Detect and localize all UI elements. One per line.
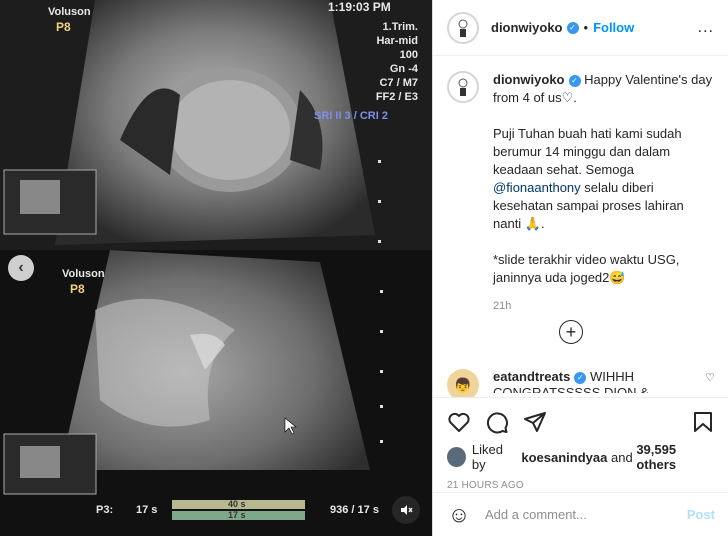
model-label-top: P8 (56, 20, 71, 34)
follow-button[interactable]: Follow (593, 20, 634, 35)
post-header: dionwiyoko ✓ • Follow ... (433, 0, 728, 56)
caption-para2: Puji Tuhan buah hati kami sudah berumur … (493, 126, 682, 177)
liked-by-label: Liked by (471, 442, 503, 472)
comment-username[interactable]: eatandtreats (493, 369, 570, 384)
save-icon[interactable] (691, 410, 715, 434)
probe-readout: P3: (96, 504, 114, 516)
caption-text: dionwiyoko ✓ Happy Valentine's day from 4… (493, 71, 713, 315)
comment-text: eatandtreats ✓ WIHHH CONGRATSSSSS DION & … (493, 369, 683, 393)
comment-icon[interactable] (485, 410, 509, 434)
liked-user-link[interactable]: koesanindyaa (521, 450, 607, 465)
comment-like-icon[interactable]: ♡ (705, 371, 715, 384)
post-media[interactable]: Voluson P8 1:19:03 PM 1.Trim. Har-mid 10… (0, 0, 432, 536)
clock-readout: 1:19:03 PM (328, 0, 391, 14)
caption-para3: *slide terakhir video waktu USG, janinny… (493, 252, 680, 285)
chevron-left-icon[interactable]: ‹ (8, 255, 34, 281)
emoji-icon[interactable]: ☺ (447, 502, 471, 528)
caption-username[interactable]: dionwiyoko (493, 72, 565, 87)
sri-readout: SRI II 3 / CRI 2 (314, 110, 388, 122)
post-timestamp[interactable]: 21 HOURS AGO (447, 480, 715, 491)
bar-top-label: 40 s (228, 499, 246, 509)
likes-count-link[interactable]: 39,595 others (636, 442, 715, 472)
load-more-comments-button[interactable]: + (559, 320, 583, 344)
comment-item: 👦 eatandtreats ✓ WIHHH CONGRATSSSSS DION … (447, 369, 715, 397)
and-label: and (611, 449, 633, 465)
verified-badge-icon: ✓ (568, 75, 581, 87)
frame-readout: 936 / 17 s (330, 504, 379, 516)
mention-link[interactable]: @fionaanthony (493, 180, 581, 195)
comment-input[interactable] (485, 507, 685, 522)
add-comment-bar: ☺ Post (433, 492, 728, 536)
separator-dot: • (583, 20, 589, 35)
liker-avatar[interactable] (447, 447, 466, 467)
verified-badge-icon: ✓ (566, 21, 579, 34)
more-options-icon[interactable]: ... (698, 19, 714, 37)
caption-section: dionwiyoko ✓ Happy Valentine's day from 4… (433, 57, 728, 397)
post-side-panel: dionwiyoko ✓ • Follow ... dionwiyoko ✓ Ha… (432, 0, 728, 536)
caption-avatar[interactable] (447, 71, 479, 103)
actions-section: Liked by koesanindyaa and 39,595 others … (433, 397, 728, 491)
header-username[interactable]: dionwiyoko (491, 20, 563, 35)
settings-readout: 1.Trim. Har-mid 100 Gn -4 C7 / M7 FF2 / … (375, 21, 418, 103)
machine-label-top: Voluson (48, 6, 91, 18)
post-button[interactable]: Post (687, 507, 715, 522)
avatar[interactable] (447, 11, 479, 44)
verified-badge-icon: ✓ (574, 372, 587, 384)
timer-readout: 17 s (136, 504, 158, 516)
model-label-bottom: P8 (70, 282, 85, 296)
comment-avatar[interactable]: 👦 (447, 369, 479, 397)
caption-timestamp[interactable]: 21h (493, 297, 713, 315)
machine-label-bottom: Voluson (62, 268, 105, 280)
bar-bottom-label: 17 s (228, 510, 246, 520)
share-icon[interactable] (523, 410, 547, 434)
likes-summary: Liked by koesanindyaa and 39,595 others (447, 442, 715, 472)
mute-icon[interactable] (392, 496, 420, 524)
like-icon[interactable] (447, 410, 471, 434)
